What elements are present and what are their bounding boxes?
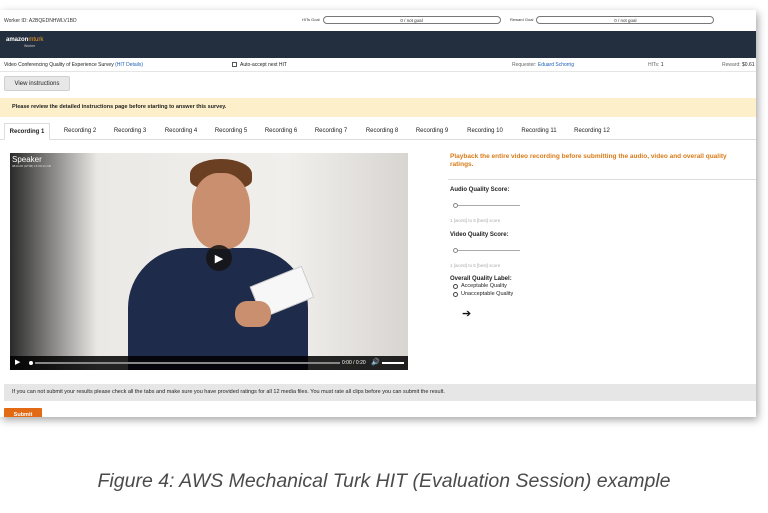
reward: Reward: $0.61 xyxy=(722,62,755,68)
video-quality-slider[interactable] xyxy=(453,248,520,253)
radio-unacceptable[interactable]: Unacceptable Quality xyxy=(453,291,513,297)
auto-accept-checkbox[interactable] xyxy=(232,62,237,67)
auto-accept[interactable]: Auto-accept next HIT xyxy=(232,62,287,68)
recording-tabs: Recording 1 Recording 2 Recording 3 Reco… xyxy=(0,123,756,140)
play-icon[interactable]: ▶ xyxy=(15,358,20,366)
divider xyxy=(448,179,756,180)
tab-recording-4[interactable]: Recording 4 xyxy=(158,123,204,140)
auto-accept-label: Auto-accept next HIT xyxy=(240,62,287,68)
audio-quality-label: Audio Quality Score: xyxy=(450,187,510,193)
hits-count-label: HITs: xyxy=(648,62,660,68)
video-slider-knob[interactable] xyxy=(453,248,458,253)
hits-goal-value: 0 / not goal xyxy=(322,16,501,24)
radio-unacceptable-label: Unacceptable Quality xyxy=(461,291,514,297)
instructions-banner: Please review the detailed instructions … xyxy=(0,98,756,117)
reward-goal: Reward Goal 0 / not goal xyxy=(510,16,715,24)
tab-recording-10[interactable]: Recording 10 xyxy=(460,123,510,140)
video-controls: ▶ 0:00 / 0:20 🔊 xyxy=(10,356,408,370)
volume-slider[interactable] xyxy=(382,362,404,364)
reward-goal-value: 0 / not goal xyxy=(536,16,715,24)
requester: Requester: Eduard Schorrig xyxy=(512,62,574,68)
screenshot-frame: Worker ID: A2BQEDNHWLV1BD HITs Goal 0 / … xyxy=(0,10,756,417)
progress-bar[interactable] xyxy=(35,362,340,364)
speaker-label: Speaker xyxy=(12,155,42,164)
tab-recording-6[interactable]: Recording 6 xyxy=(258,123,304,140)
reward-label: Reward: xyxy=(722,62,741,68)
video-quality-label: Video Quality Score: xyxy=(450,232,509,238)
video-speaker-head xyxy=(192,173,250,249)
video-player[interactable]: Speaker 0813-06 (HT08) 13:09:44 GB ▶ ▶ 0… xyxy=(10,153,408,370)
video-speaker-hand xyxy=(235,301,271,327)
hit-details-link[interactable]: (HIT Details) xyxy=(115,62,143,68)
tab-recording-3[interactable]: Recording 3 xyxy=(107,123,153,140)
requester-label: Requester: xyxy=(512,62,537,68)
radio-acceptable[interactable]: Acceptable Quality xyxy=(453,283,507,289)
hits-goal-label: HITs Goal xyxy=(302,17,320,22)
requester-name[interactable]: Eduard Schorrig xyxy=(538,62,574,68)
hits-count-value: 1 xyxy=(660,62,664,68)
radio-acceptable-label: Acceptable Quality xyxy=(461,283,507,289)
progress-handle[interactable] xyxy=(29,361,33,365)
hit-title: Video Conferencing Quality of Experience… xyxy=(4,62,114,68)
tab-recording-12[interactable]: Recording 12 xyxy=(567,123,617,140)
volume-icon[interactable]: 🔊 xyxy=(371,358,380,366)
hit-info-row: Video Conferencing Quality of Experience… xyxy=(0,58,756,72)
playback-instruction: Playback the entire video recording befo… xyxy=(450,153,727,168)
hit-title-group: Video Conferencing Quality of Experience… xyxy=(4,62,143,68)
mturk-logo[interactable]: amazonmturk Worker xyxy=(6,37,43,49)
audio-quality-slider[interactable] xyxy=(453,203,520,208)
submit-warning: If you can not submit your results pleas… xyxy=(4,384,756,401)
radio-unacceptable-circle[interactable] xyxy=(453,291,458,297)
overall-quality-label: Overall Quality Label: xyxy=(450,276,512,282)
rating-form: Playback the entire video recording befo… xyxy=(448,153,756,320)
radio-acceptable-circle[interactable] xyxy=(453,283,458,289)
brand-bar: amazonmturk Worker xyxy=(0,31,756,58)
submit-button[interactable]: Submit xyxy=(4,408,42,417)
video-time: 0:00 / 0:20 xyxy=(342,360,366,366)
audio-quality-hint: 1 [worst] to 5 [best] score xyxy=(450,218,501,223)
arrow-right-icon[interactable]: ➔ xyxy=(462,307,471,320)
tab-recording-11[interactable]: Recording 11 xyxy=(514,123,564,140)
video-quality-hint: 1 [worst] to 5 [best] score xyxy=(450,263,501,268)
play-overlay-icon[interactable]: ▶ xyxy=(206,245,232,271)
audio-slider-knob[interactable] xyxy=(453,203,458,208)
hits-count: HITs: 1 xyxy=(648,62,664,68)
tab-recording-2[interactable]: Recording 2 xyxy=(57,123,103,140)
reward-value: $0.61 xyxy=(742,62,755,68)
tab-recording-9[interactable]: Recording 9 xyxy=(409,123,455,140)
logo-sub: Worker xyxy=(24,44,36,48)
tab-recording-8[interactable]: Recording 8 xyxy=(359,123,405,140)
view-instructions-button[interactable]: View instructions xyxy=(4,76,70,91)
hits-goal: HITs Goal 0 / not goal xyxy=(302,16,501,24)
tab-recording-1[interactable]: Recording 1 xyxy=(4,123,50,140)
tab-recording-5[interactable]: Recording 5 xyxy=(208,123,254,140)
tab-recording-7[interactable]: Recording 7 xyxy=(308,123,354,140)
reward-goal-label: Reward Goal xyxy=(510,17,534,22)
worker-id: Worker ID: A2BQEDNHWLV1BD xyxy=(4,18,77,24)
speaker-sublabel: 0813-06 (HT08) 13:09:44 GB xyxy=(12,164,51,168)
figure-caption: Figure 4: AWS Mechanical Turk HIT (Evalu… xyxy=(97,470,671,492)
top-bar: Worker ID: A2BQEDNHWLV1BD HITs Goal 0 / … xyxy=(0,10,756,31)
